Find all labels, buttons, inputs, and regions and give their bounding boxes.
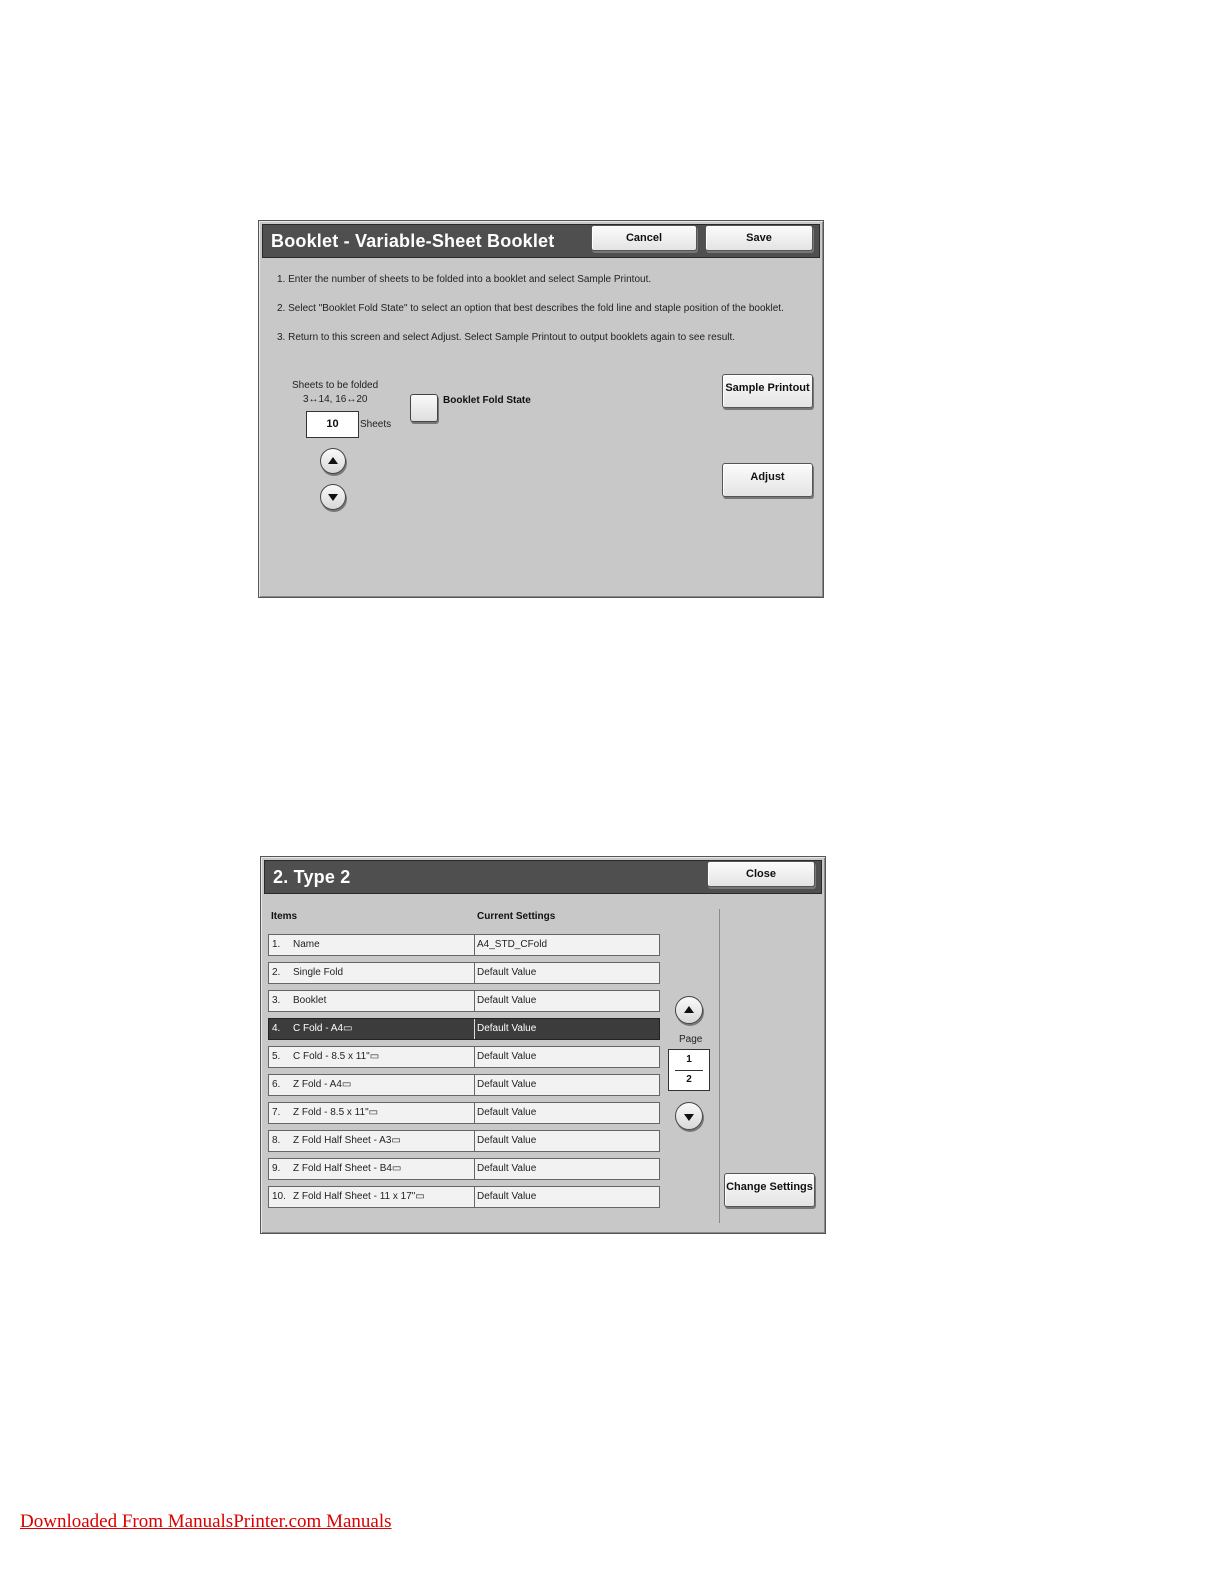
settings-row[interactable]: 9. Z Fold Half Sheet - B4▭ Default Value [268,1158,660,1180]
row-number: 8. [272,1135,281,1146]
row-current-setting: Default Value [474,1019,536,1039]
settings-row[interactable]: 3. Booklet Default Value [268,990,660,1012]
instruction-3: 3. Return to this screen and select Adju… [277,332,736,343]
settings-row[interactable]: 5. C Fold - 8.5 x 11"▭ Default Value [268,1046,660,1068]
row-current-setting: Default Value [474,1131,536,1151]
row-current-setting: Default Value [474,1159,536,1179]
page-up-button[interactable] [675,996,703,1024]
row-current-setting: Default Value [474,1047,536,1067]
row-current-setting: A4_STD_CFold [474,935,547,955]
settings-row[interactable]: 10. Z Fold Half Sheet - 11 x 17"▭ Default … [268,1186,660,1208]
row-item-name: Single Fold [293,967,344,978]
row-number: 2. [272,967,281,978]
booklet-panel: Booklet - Variable-Sheet Booklet Cancel … [258,220,824,598]
settings-row[interactable]: 8. Z Fold Half Sheet - A3▭ Default Value [268,1130,660,1152]
sheets-input[interactable]: 10 [306,411,359,438]
type-panel: 2. Type 2 Close Items Current Settings 1… [260,856,826,1234]
adjust-button[interactable]: Adjust [722,463,813,497]
booklet-fold-state-label: Booklet Fold State [443,395,531,406]
sheets-decrement-button[interactable] [320,484,346,510]
row-current-setting: Default Value [474,1187,536,1207]
row-item-name: Z Fold Half Sheet - B4▭ [293,1163,402,1174]
settings-row[interactable]: 7. Z Fold - 8.5 x 11"▭ Default Value [268,1102,660,1124]
items-column-header: Items [271,911,298,922]
instruction-2: 2. Select "Booklet Fold State" to select… [277,303,784,314]
booklet-fold-state-button[interactable] [410,394,438,422]
down-arrow-icon [328,494,338,501]
settings-row[interactable]: 6. Z Fold - A4▭ Default Value [268,1074,660,1096]
row-item-name: C Fold - 8.5 x 11"▭ [293,1051,380,1062]
up-arrow-icon [328,457,338,464]
up-arrow-icon [684,1006,694,1013]
page-label: Page [679,1034,703,1045]
down-arrow-icon [684,1114,694,1121]
list-divider [719,909,720,1223]
row-current-setting: Default Value [474,991,536,1011]
row-item-name: Booklet [293,995,327,1006]
row-number: 9. [272,1163,281,1174]
row-number: 10. [272,1191,286,1202]
row-current-setting: Default Value [474,963,536,983]
settings-row[interactable]: 1. Name A4_STD_CFold [268,934,660,956]
row-item-name: C Fold - A4▭ [293,1023,353,1034]
row-number: 3. [272,995,281,1006]
sheets-unit: Sheets [360,419,392,430]
current-settings-column-header: Current Settings [477,911,556,922]
sample-printout-button[interactable]: Sample Printout [722,374,813,408]
row-item-name: Z Fold - 8.5 x 11"▭ [293,1107,379,1118]
page-total: 2 [686,1074,692,1085]
page-divider [675,1070,703,1071]
settings-row[interactable]: 4. C Fold - A4▭ Default Value [268,1018,660,1040]
row-item-name: Z Fold Half Sheet - A3▭ [293,1135,401,1146]
page-current: 1 [686,1054,692,1065]
settings-row[interactable]: 2. Single Fold Default Value [268,962,660,984]
row-current-setting: Default Value [474,1103,536,1123]
type-title: 2. Type 2 [273,867,351,887]
sheets-label: Sheets to be folded [292,380,379,391]
sheets-range: 3↔14, 16↔20 [303,394,368,405]
row-number: 5. [272,1051,281,1062]
change-settings-button[interactable]: Change Settings [724,1173,815,1207]
row-current-setting: Default Value [474,1075,536,1095]
row-number: 6. [272,1079,281,1090]
row-item-name: Z Fold Half Sheet - 11 x 17"▭ [293,1191,425,1202]
cancel-button[interactable]: Cancel [591,225,697,251]
row-number: 4. [272,1023,281,1034]
page-indicator: 1 2 [668,1049,710,1091]
page-down-button[interactable] [675,1102,703,1130]
row-item-name: Name [293,939,320,950]
footer-download-link[interactable]: Downloaded From ManualsPrinter.com Manua… [20,1511,392,1533]
row-number: 7. [272,1107,281,1118]
row-number: 1. [272,939,281,950]
sheets-increment-button[interactable] [320,448,346,474]
instruction-1: 1. Enter the number of sheets to be fold… [277,274,652,285]
row-item-name: Z Fold - A4▭ [293,1079,352,1090]
close-button[interactable]: Close [707,861,815,887]
booklet-title: Booklet - Variable-Sheet Booklet [271,231,555,251]
save-button[interactable]: Save [705,225,813,251]
